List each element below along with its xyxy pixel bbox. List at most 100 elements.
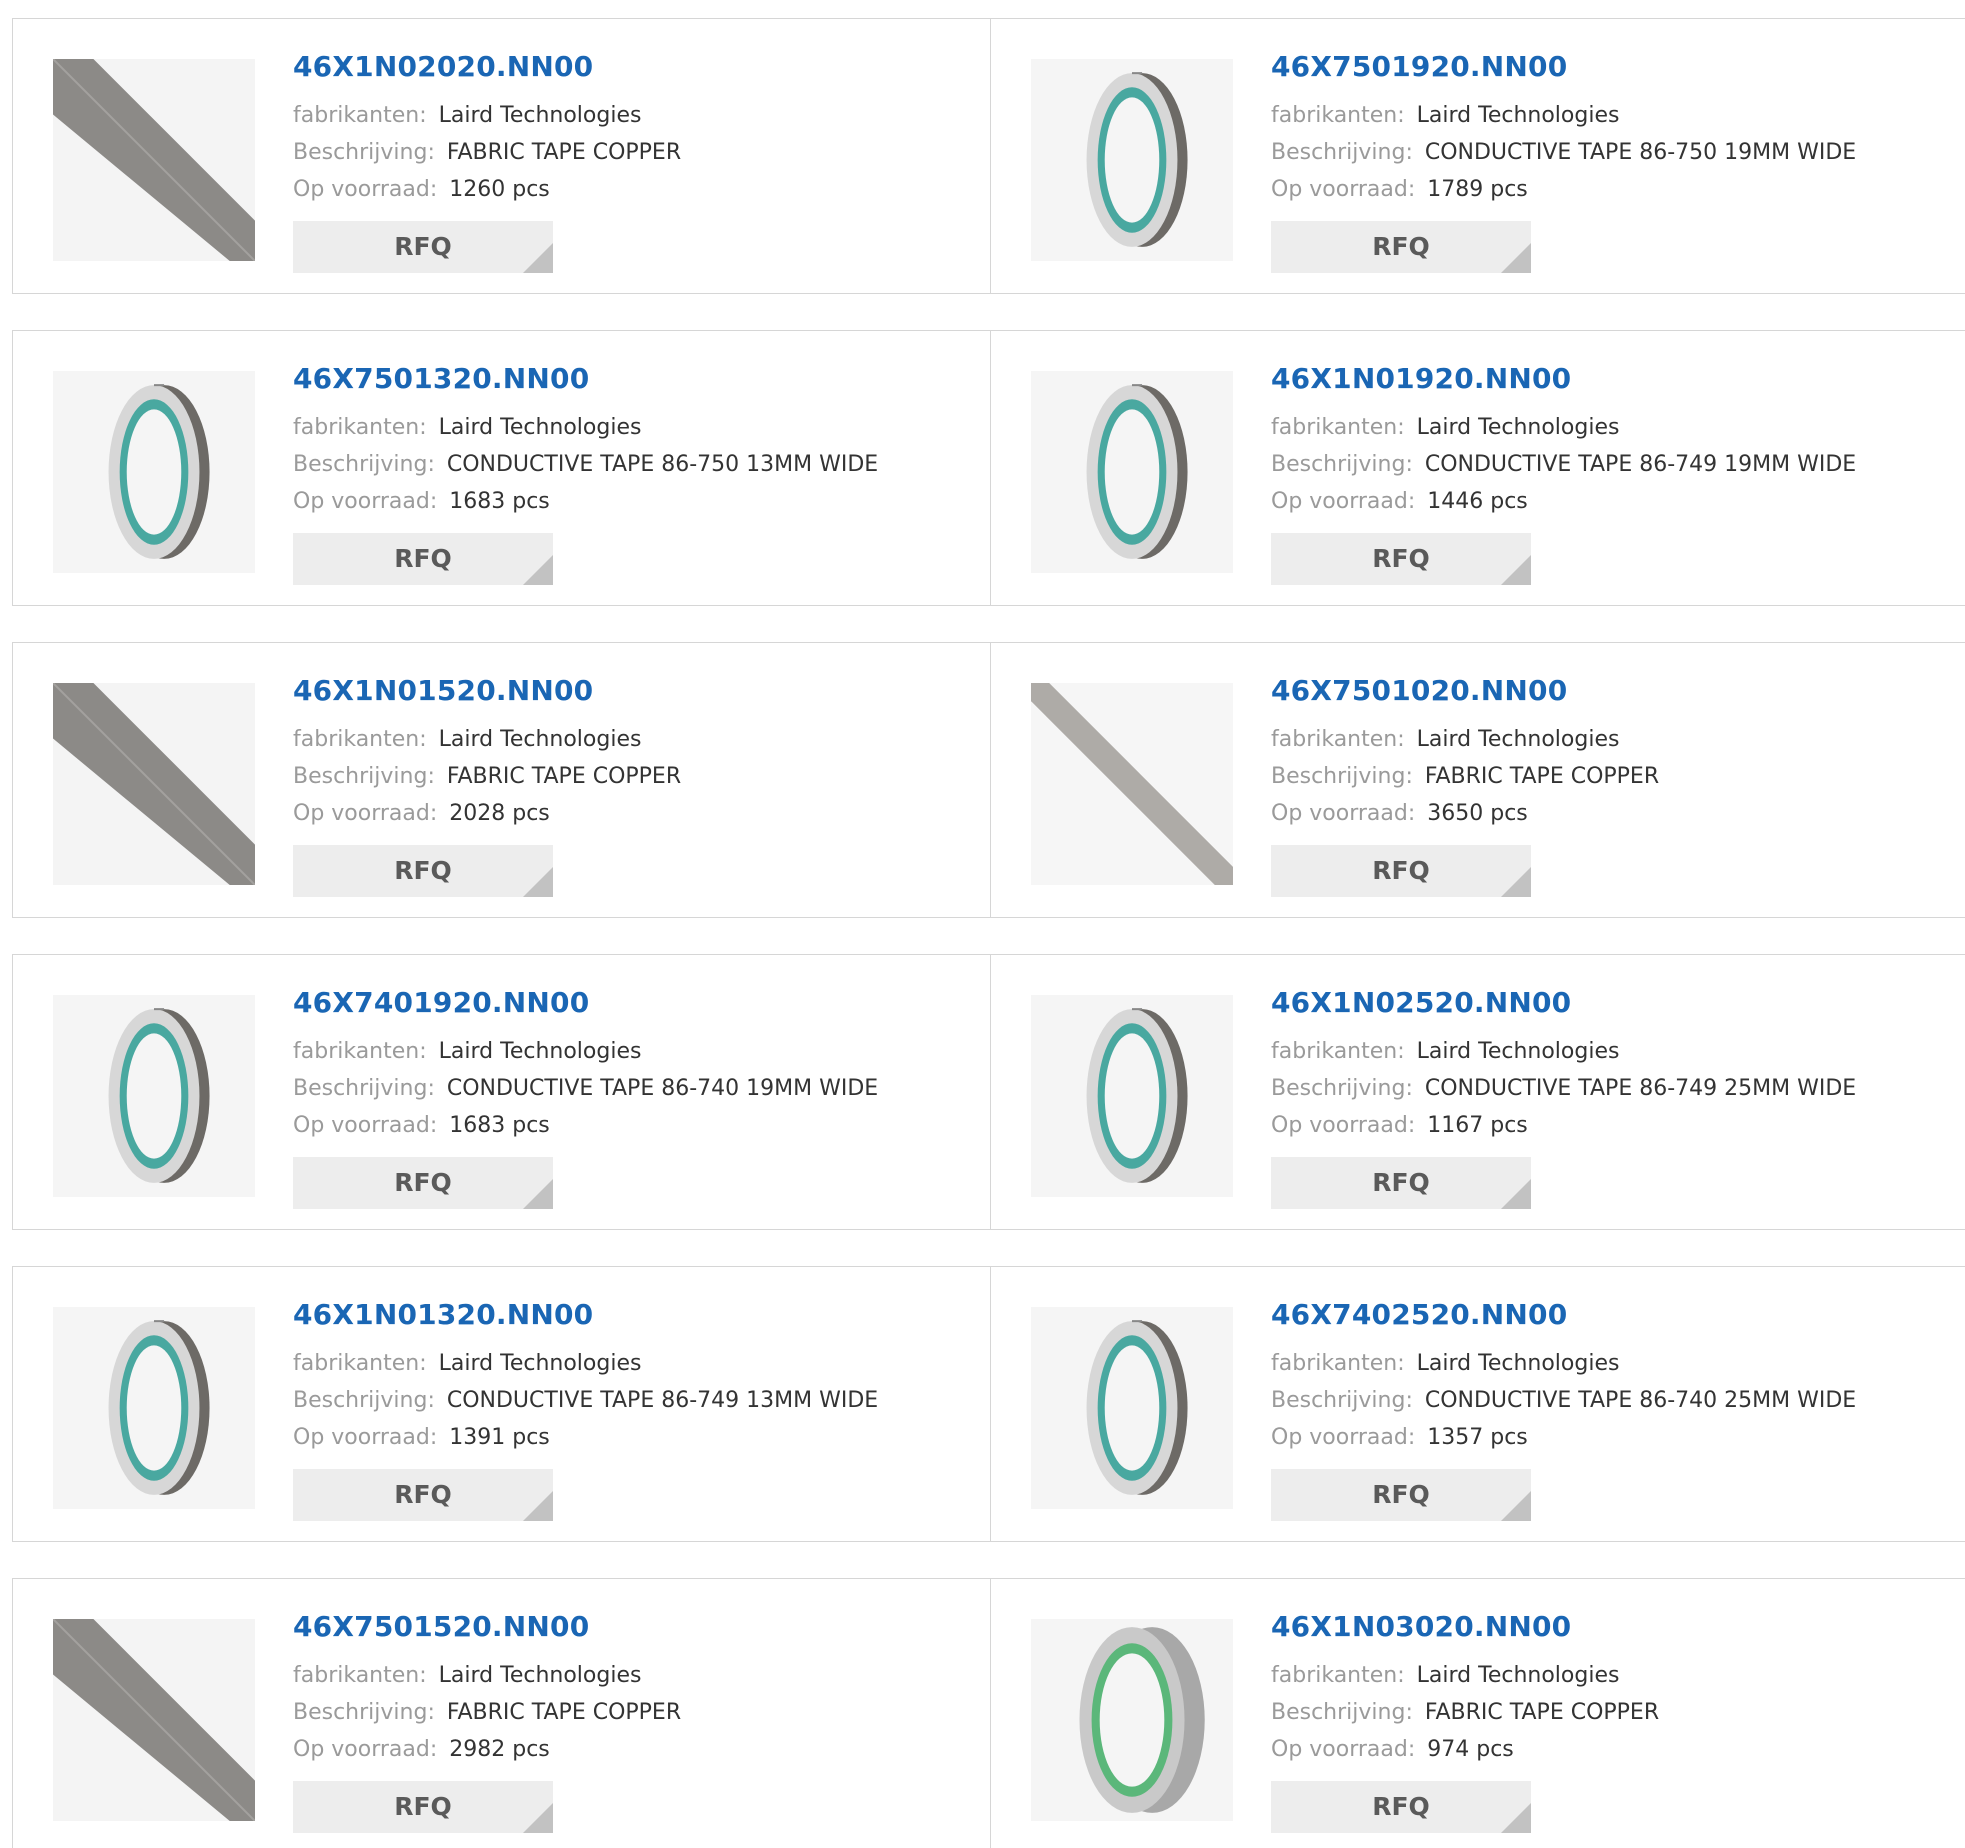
product-image[interactable]	[52, 682, 256, 886]
rfq-button[interactable]: RFQ	[1271, 533, 1531, 585]
rfq-label: RFQ	[394, 1792, 452, 1821]
part-number-link[interactable]: 46X1N01920.NN00	[1271, 359, 1960, 399]
description-label: Beschrijving:	[1271, 764, 1413, 789]
corner-triangle-icon	[1501, 1179, 1531, 1209]
stock-row: Op voorraad: 1357 pcs	[1271, 1419, 1960, 1456]
description-label: Beschrijving:	[293, 1076, 435, 1101]
stock-value: 1683 pcs	[449, 489, 550, 514]
description-label: Beschrijving:	[1271, 452, 1413, 477]
part-number-link[interactable]: 46X7501320.NN00	[293, 359, 981, 399]
part-number-link[interactable]: 46X1N01520.NN00	[293, 671, 981, 711]
part-number-link[interactable]: 46X7501020.NN00	[1271, 671, 1960, 711]
manufacturer-value: Laird Technologies	[438, 1663, 642, 1688]
manufacturer-row: fabrikanten: Laird Technologies	[293, 1033, 981, 1070]
product-image[interactable]	[53, 995, 255, 1197]
corner-triangle-icon	[523, 243, 553, 273]
product-card: 46X7501920.NN00 fabrikanten: Laird Technol…	[990, 18, 1965, 294]
stock-label: Op voorraad:	[293, 801, 438, 826]
product-info: 46X7402520.NN00 fabrikanten: Laird Technol…	[1271, 1295, 1960, 1456]
part-number-link[interactable]: 46X1N02520.NN00	[1271, 983, 1960, 1023]
product-image[interactable]	[1031, 371, 1233, 573]
part-number-link[interactable]: 46X1N01320.NN00	[293, 1295, 981, 1335]
product-image[interactable]	[1031, 995, 1233, 1197]
description-row: Beschrijving: CONDUCTIVE TAPE 86-749 25MM…	[1271, 1070, 1960, 1107]
rfq-button[interactable]: RFQ	[1271, 845, 1531, 897]
description-value: FABRIC TAPE COPPER	[1424, 764, 1660, 789]
stock-label: Op voorraad:	[1271, 1737, 1416, 1762]
part-number-link[interactable]: 46X1N03020.NN00	[1271, 1607, 1960, 1647]
rfq-label: RFQ	[394, 544, 452, 573]
product-image[interactable]	[53, 371, 255, 573]
stock-value: 1789 pcs	[1427, 177, 1528, 202]
stock-row: Op voorraad: 1683 pcs	[293, 1107, 981, 1144]
description-label: Beschrijving:	[1271, 140, 1413, 165]
rfq-button[interactable]: RFQ	[293, 1781, 553, 1833]
product-info: 46X7501920.NN00 fabrikanten: Laird Technol…	[1271, 47, 1960, 208]
product-info: 46X1N02020.NN00 fabrikanten: Laird Technol…	[293, 47, 981, 208]
manufacturer-label: fabrikanten:	[293, 727, 427, 752]
rfq-button[interactable]: RFQ	[1271, 1157, 1531, 1209]
rfq-button[interactable]: RFQ	[1271, 221, 1531, 273]
product-card: 46X7501320.NN00 fabrikanten: Laird Technol…	[12, 330, 992, 606]
product-image[interactable]	[53, 1307, 255, 1509]
rfq-label: RFQ	[1372, 544, 1430, 573]
description-label: Beschrijving:	[293, 452, 435, 477]
product-image[interactable]	[1031, 683, 1233, 885]
part-number-link[interactable]: 46X7401920.NN00	[293, 983, 981, 1023]
corner-triangle-icon	[523, 1803, 553, 1833]
rfq-button[interactable]: RFQ	[1271, 1781, 1531, 1833]
manufacturer-value: Laird Technologies	[1416, 727, 1620, 752]
manufacturer-row: fabrikanten: Laird Technologies	[1271, 1345, 1960, 1382]
rfq-button[interactable]: RFQ	[293, 221, 553, 273]
rfq-button[interactable]: RFQ	[293, 1469, 553, 1521]
product-info: 46X7501520.NN00 fabrikanten: Laird Technol…	[293, 1607, 981, 1768]
manufacturer-value: Laird Technologies	[438, 727, 642, 752]
rfq-button[interactable]: RFQ	[293, 845, 553, 897]
product-image[interactable]	[1031, 1307, 1233, 1509]
description-value: CONDUCTIVE TAPE 86-740 19MM WIDE	[446, 1076, 879, 1101]
corner-triangle-icon	[1501, 243, 1531, 273]
manufacturer-label: fabrikanten:	[293, 1351, 427, 1376]
manufacturer-label: fabrikanten:	[293, 1039, 427, 1064]
description-label: Beschrijving:	[293, 764, 435, 789]
product-image[interactable]	[1031, 1619, 1233, 1821]
part-number-link[interactable]: 46X7402520.NN00	[1271, 1295, 1960, 1335]
rfq-button[interactable]: RFQ	[1271, 1469, 1531, 1521]
description-row: Beschrijving: CONDUCTIVE TAPE 86-740 25MM…	[1271, 1382, 1960, 1419]
product-image[interactable]	[52, 58, 256, 262]
part-number-link[interactable]: 46X7501920.NN00	[1271, 47, 1960, 87]
manufacturer-label: fabrikanten:	[1271, 1663, 1405, 1688]
stock-value: 3650 pcs	[1427, 801, 1528, 826]
description-label: Beschrijving:	[293, 1388, 435, 1413]
rfq-label: RFQ	[394, 856, 452, 885]
stock-row: Op voorraad: 2982 pcs	[293, 1731, 981, 1768]
product-card: 46X1N01320.NN00 fabrikanten: Laird Technol…	[12, 1266, 992, 1542]
stock-row: Op voorraad: 1391 pcs	[293, 1419, 981, 1456]
manufacturer-row: fabrikanten: Laird Technologies	[293, 721, 981, 758]
manufacturer-label: fabrikanten:	[293, 415, 427, 440]
description-row: Beschrijving: CONDUCTIVE TAPE 86-750 19MM…	[1271, 134, 1960, 171]
stock-row: Op voorraad: 2028 pcs	[293, 795, 981, 832]
description-value: FABRIC TAPE COPPER	[446, 1700, 682, 1725]
corner-triangle-icon	[523, 555, 553, 585]
product-card: 46X1N01920.NN00 fabrikanten: Laird Technol…	[990, 330, 1965, 606]
corner-triangle-icon	[1501, 1803, 1531, 1833]
part-number-link[interactable]: 46X7501520.NN00	[293, 1607, 981, 1647]
description-value: FABRIC TAPE COPPER	[446, 140, 682, 165]
manufacturer-value: Laird Technologies	[438, 1351, 642, 1376]
product-card: 46X7501520.NN00 fabrikanten: Laird Technol…	[12, 1578, 992, 1848]
description-row: Beschrijving: FABRIC TAPE COPPER	[293, 134, 981, 171]
product-info: 46X7501320.NN00 fabrikanten: Laird Technol…	[293, 359, 981, 520]
product-info: 46X7401920.NN00 fabrikanten: Laird Technol…	[293, 983, 981, 1144]
product-card: 46X7501020.NN00 fabrikanten: Laird Technol…	[990, 642, 1965, 918]
stock-value: 1446 pcs	[1427, 489, 1528, 514]
part-number-link[interactable]: 46X1N02020.NN00	[293, 47, 981, 87]
product-image[interactable]	[1031, 59, 1233, 261]
stock-label: Op voorraad:	[293, 1113, 438, 1138]
rfq-label: RFQ	[1372, 1792, 1430, 1821]
rfq-button[interactable]: RFQ	[293, 1157, 553, 1209]
rfq-button[interactable]: RFQ	[293, 533, 553, 585]
rfq-label: RFQ	[394, 232, 452, 261]
product-info: 46X1N01520.NN00 fabrikanten: Laird Technol…	[293, 671, 981, 832]
product-image[interactable]	[52, 1618, 256, 1822]
